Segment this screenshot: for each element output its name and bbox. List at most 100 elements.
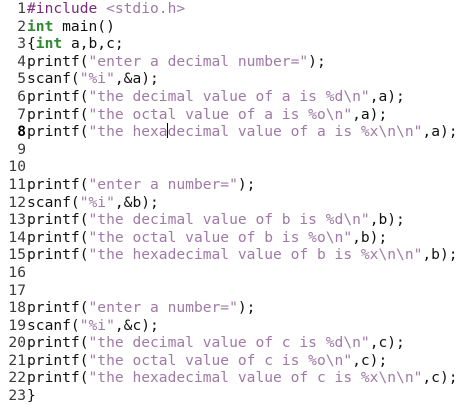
line-number: 7 — [17, 105, 26, 123]
code-token: } — [27, 387, 36, 405]
code-text[interactable] — [26, 282, 27, 300]
code-line[interactable]: 22 printf("the hexadecimal value of c is … — [0, 369, 472, 387]
code-line[interactable]: 23} — [0, 387, 472, 405]
line-number: 9 — [17, 140, 26, 158]
code-line[interactable]: 5 scanf("%i",&a); — [0, 70, 472, 88]
code-line[interactable]: 17 — [0, 282, 472, 300]
code-token: "the decimal value of a is %d\n" — [88, 87, 370, 105]
code-line[interactable]: 9 — [0, 141, 472, 159]
code-token: int — [27, 17, 54, 35]
line-number: 15 — [8, 246, 26, 264]
code-line[interactable]: 1 #include <stdio.h> — [0, 0, 472, 18]
code-token: "enter a decimal number=" — [88, 52, 309, 70]
code-line[interactable]: 14 printf("the octal value of b is %o\n",… — [0, 229, 472, 247]
line-number: 17 — [8, 281, 26, 299]
code-text[interactable] — [26, 158, 27, 176]
code-text[interactable]: printf("the decimal value of a is %d\n",… — [26, 88, 405, 106]
line-number: 12 — [8, 193, 26, 211]
line-number: 23 — [8, 387, 26, 405]
code-token: printf( — [27, 105, 89, 123]
code-line[interactable]: 4 printf("enter a decimal number="); — [0, 53, 472, 71]
code-token: scanf( — [27, 193, 80, 211]
code-token: "the hexa — [88, 123, 168, 141]
line-number: 20 — [8, 334, 26, 352]
line-number: 19 — [8, 316, 26, 334]
code-text[interactable]: printf("the octal value of a is %o\n",a)… — [26, 106, 387, 124]
code-text[interactable]: printf("the decimal value of b is %d\n",… — [26, 211, 405, 229]
line-number: 10 — [8, 158, 26, 176]
code-text[interactable]: printf("the hexadecimal value of b is %x… — [26, 246, 458, 264]
line-number: 18 — [8, 299, 26, 317]
code-token: ,&c); — [114, 316, 159, 334]
code-token: ,c); — [352, 351, 388, 369]
line-number: 6 — [17, 87, 26, 105]
code-line[interactable]: 8 printf("the hexadecimal value of a is %… — [0, 123, 472, 141]
code-token: #include — [27, 0, 107, 17]
code-text[interactable]: scanf("%i",&c); — [26, 317, 159, 335]
line-number: 16 — [8, 263, 26, 281]
line-number: 11 — [8, 175, 26, 193]
code-token: printf( — [27, 246, 89, 264]
code-token: "%i" — [79, 193, 115, 211]
code-token: "enter a number=" — [88, 299, 238, 317]
code-token: ,a); — [352, 105, 388, 123]
code-text[interactable]: printf("the decimal value of c is %d\n",… — [26, 334, 405, 352]
code-text[interactable]: printf("the octal value of c is %o\n",c)… — [26, 352, 387, 370]
code-token: ); — [237, 299, 256, 317]
code-token: "the octal value of b is %o\n" — [88, 228, 353, 246]
code-line[interactable]: 12 scanf("%i",&b); — [0, 194, 472, 212]
code-line[interactable]: 18 printf("enter a number="); — [0, 299, 472, 317]
code-token: ); — [237, 175, 256, 193]
line-number: 21 — [8, 351, 26, 369]
line-number: 3 — [17, 35, 26, 53]
line-number: 22 — [8, 369, 26, 387]
code-line[interactable]: 21 printf("the octal value of c is %o\n",… — [0, 352, 472, 370]
code-line[interactable]: 11 printf("enter a number="); — [0, 176, 472, 194]
code-line[interactable]: 2 int main() — [0, 18, 472, 36]
code-token: ,b); — [422, 246, 458, 264]
code-text[interactable]: printf("enter a number="); — [26, 299, 255, 317]
code-line[interactable]: 10 — [0, 158, 472, 176]
code-token: ,a); — [422, 123, 458, 141]
line-number: 14 — [8, 228, 26, 246]
code-line[interactable]: 6 printf("the decimal value of a is %d\n"… — [0, 88, 472, 106]
code-text[interactable]: printf("the hexadecimal value of a is %x… — [26, 123, 458, 141]
code-text[interactable]: printf("the hexadecimal value of c is %x… — [26, 369, 458, 387]
code-token: ,b); — [352, 228, 388, 246]
code-token: printf( — [27, 228, 89, 246]
code-text[interactable]: scanf("%i",&a); — [26, 70, 159, 88]
line-number: 13 — [8, 211, 26, 229]
code-text[interactable]: scanf("%i",&b); — [26, 194, 159, 212]
code-line[interactable]: 19 scanf("%i",&c); — [0, 317, 472, 335]
code-text[interactable]: #include <stdio.h> — [26, 0, 185, 18]
code-token: printf( — [27, 299, 89, 317]
code-token: printf( — [27, 175, 89, 193]
line-number: 2 — [17, 17, 26, 35]
code-text[interactable]: {int a,b,c; — [26, 35, 124, 53]
code-text[interactable] — [26, 141, 27, 159]
code-line[interactable]: 16 — [0, 264, 472, 282]
code-token: ,c); — [422, 369, 458, 387]
code-editor[interactable]: 1 #include <stdio.h> 2 int main() 3 {int a,b,… — [0, 0, 472, 410]
code-token: ); — [308, 52, 326, 70]
code-line[interactable]: 3 {int a,b,c; — [0, 35, 472, 53]
code-token: ,b); — [369, 211, 405, 229]
code-token: printf( — [27, 52, 89, 70]
code-line[interactable]: 20 printf("the decimal value of c is %d\n… — [0, 334, 472, 352]
code-token: printf( — [27, 211, 89, 229]
code-text[interactable]: printf("enter a decimal number="); — [26, 53, 326, 71]
code-token: "%i" — [79, 316, 115, 334]
code-line[interactable]: 15 printf("the hexadecimal value of b is … — [0, 246, 472, 264]
code-text[interactable]: printf("the octal value of b is %o\n",b)… — [26, 229, 387, 247]
code-token: scanf( — [27, 316, 80, 334]
code-line[interactable]: 13 printf("the decimal value of b is %d\n… — [0, 211, 472, 229]
code-token: "enter a number=" — [88, 175, 238, 193]
code-token: "%i" — [79, 70, 115, 88]
code-line[interactable]: 7 printf("the octal value of a is %o\n",a… — [0, 106, 472, 124]
code-text[interactable] — [26, 264, 27, 282]
code-text[interactable]: printf("enter a number="); — [26, 176, 255, 194]
code-token: main() — [53, 17, 115, 35]
code-text[interactable]: } — [26, 387, 36, 405]
code-text[interactable]: int main() — [26, 18, 115, 36]
code-token: printf( — [27, 87, 89, 105]
